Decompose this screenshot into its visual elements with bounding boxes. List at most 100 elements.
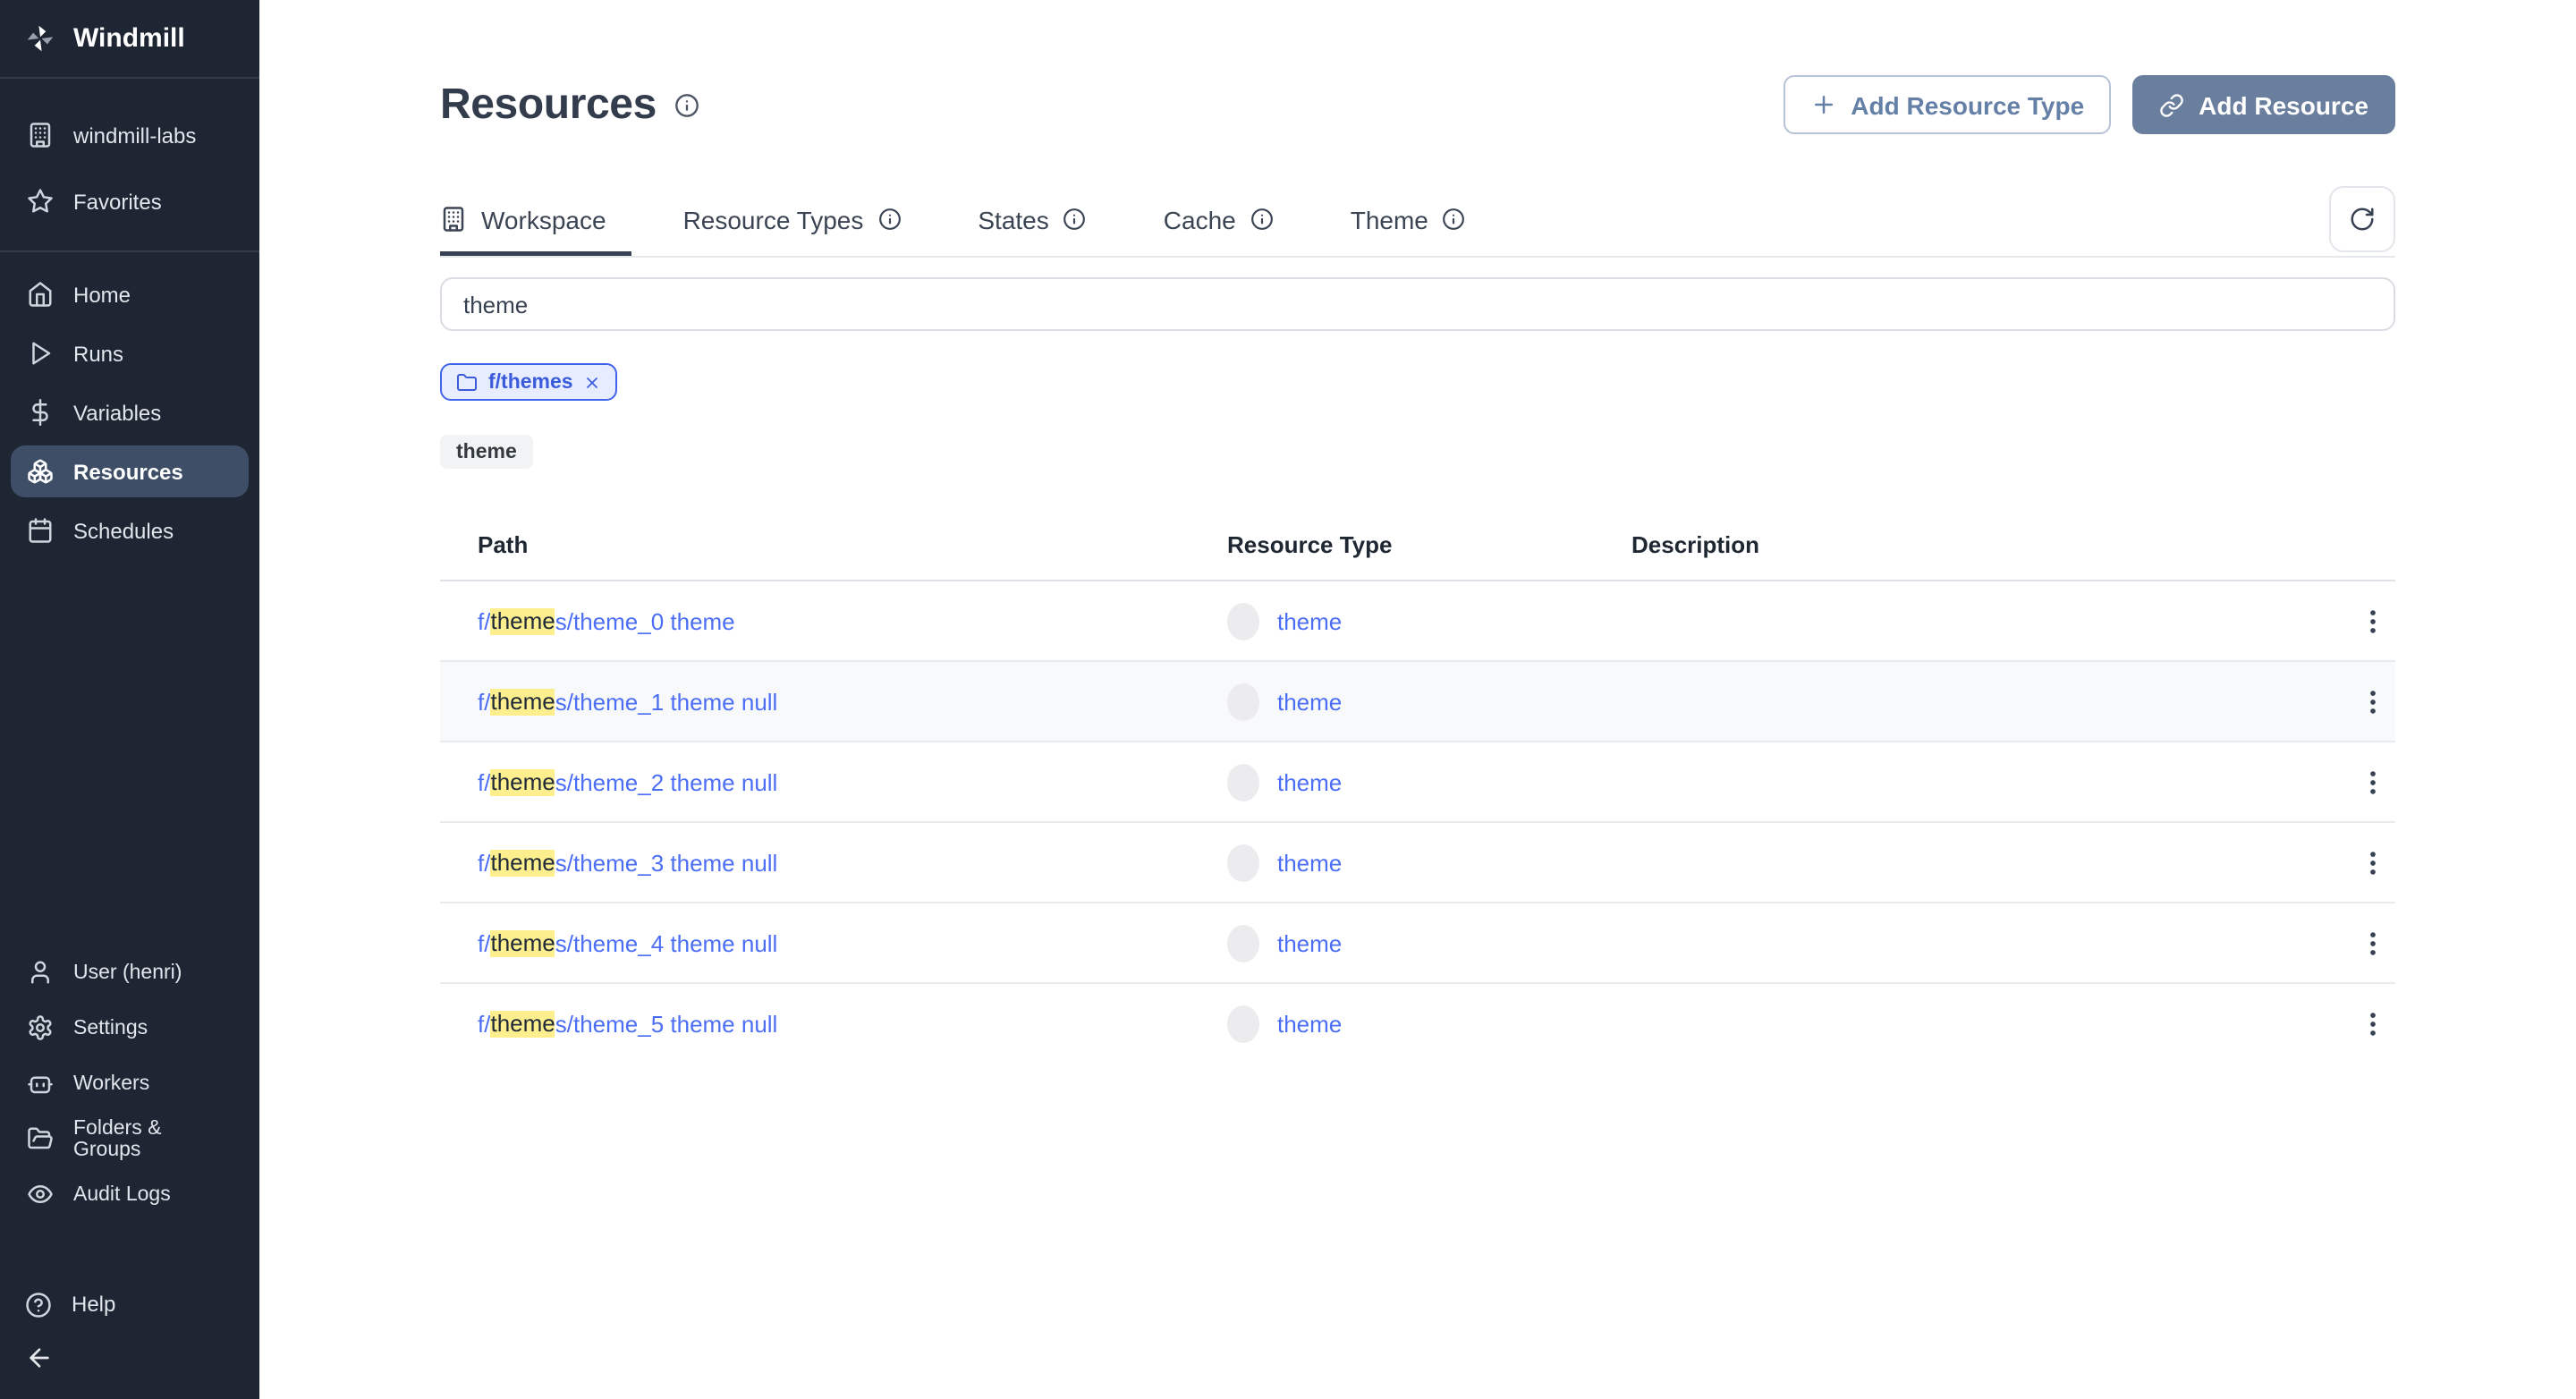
sidebar-main-nav: Home Runs Variables Resources Schedules bbox=[0, 252, 259, 572]
kebab-icon bbox=[2357, 1008, 2387, 1039]
row-menu-button[interactable] bbox=[2349, 598, 2395, 644]
sidebar-item-label: Variables bbox=[73, 400, 162, 425]
sidebar-item-icon bbox=[27, 281, 54, 308]
refresh-button[interactable] bbox=[2329, 186, 2395, 252]
row-menu-button[interactable] bbox=[2349, 759, 2395, 805]
sidebar-item-label: Help bbox=[72, 1292, 116, 1317]
tab[interactable]: States bbox=[978, 182, 1111, 256]
sidebar-collapse-button[interactable] bbox=[0, 1331, 259, 1385]
resource-path-link[interactable]: f/themes/theme_4 theme null bbox=[440, 929, 1227, 956]
tab-icon bbox=[440, 206, 467, 233]
search-match-highlight: theme bbox=[490, 688, 555, 715]
sidebar-item[interactable]: Runs bbox=[11, 327, 249, 379]
folder-filter-chip[interactable]: f/themes bbox=[440, 363, 618, 401]
app-logo[interactable]: Windmill bbox=[0, 0, 259, 79]
sidebar-item[interactable]: Variables bbox=[11, 386, 249, 438]
sidebar-item-label: Home bbox=[73, 282, 131, 307]
resource-path-link[interactable]: f/themes/theme_5 theme null bbox=[440, 1010, 1227, 1037]
kebab-icon bbox=[2357, 928, 2387, 958]
tab[interactable]: Resource Types bbox=[683, 182, 927, 256]
tab-label: Workspace bbox=[481, 205, 606, 233]
resource-path-link[interactable]: f/themes/theme_0 theme bbox=[440, 607, 1227, 634]
search-match-highlight: theme bbox=[490, 768, 555, 795]
tab-label: Theme bbox=[1350, 205, 1428, 233]
sidebar-item-icon bbox=[27, 1014, 54, 1041]
row-menu-button[interactable] bbox=[2349, 678, 2395, 725]
row-menu-button[interactable] bbox=[2349, 1000, 2395, 1047]
resource-path-link[interactable]: f/themes/theme_3 theme null bbox=[440, 849, 1227, 876]
sidebar-item-label: Runs bbox=[73, 341, 124, 366]
resource-path-link[interactable]: f/themes/theme_2 theme null bbox=[440, 768, 1227, 795]
row-menu-button[interactable] bbox=[2349, 920, 2395, 966]
sidebar-item[interactable]: Workers bbox=[0, 1056, 259, 1111]
tab[interactable]: Theme bbox=[1351, 182, 1491, 256]
search-input[interactable] bbox=[440, 277, 2395, 331]
resources-table: Path Resource Type Description f/themes/… bbox=[440, 508, 2395, 1063]
kebab-icon bbox=[2357, 686, 2387, 716]
link-icon bbox=[2159, 92, 2184, 117]
table-header-row: Path Resource Type Description bbox=[440, 508, 2395, 581]
sidebar-item[interactable]: Settings bbox=[0, 1000, 259, 1056]
sidebar-item-icon bbox=[27, 122, 54, 148]
table-row[interactable]: f/themes/theme_2 theme null theme bbox=[440, 741, 2395, 821]
info-icon[interactable] bbox=[1063, 208, 1087, 231]
resource-type-avatar bbox=[1227, 924, 1259, 962]
sidebar-item[interactable]: Folders & Groups bbox=[0, 1111, 259, 1166]
add-resource-type-button[interactable]: Add Resource Type bbox=[1783, 75, 2112, 134]
resource-type-avatar bbox=[1227, 683, 1259, 720]
sidebar-item[interactable]: Home bbox=[11, 268, 249, 320]
sidebar-item-help[interactable]: Help bbox=[0, 1277, 259, 1331]
main-content: Resources Add Resource Type Add Resource… bbox=[259, 0, 2576, 1399]
arrow-left-icon bbox=[25, 1344, 54, 1372]
refresh-icon bbox=[2349, 206, 2376, 233]
resource-type-link[interactable]: theme bbox=[1277, 768, 1342, 795]
search-match-highlight: theme bbox=[490, 849, 555, 876]
resource-type-cell: theme bbox=[1227, 602, 1631, 640]
folder-icon bbox=[456, 371, 478, 393]
resource-type-cell: theme bbox=[1227, 844, 1631, 881]
keyword-chip: theme bbox=[440, 435, 533, 469]
resource-type-cell: theme bbox=[1227, 683, 1631, 720]
sidebar-item-icon bbox=[27, 399, 54, 426]
add-resource-label: Add Resource bbox=[2199, 90, 2368, 119]
sidebar-item[interactable]: Schedules bbox=[11, 504, 249, 556]
sidebar-item[interactable]: Resources bbox=[11, 445, 249, 497]
plus-icon bbox=[1809, 91, 1836, 118]
table-column-header: Description bbox=[1631, 530, 1760, 557]
table-row[interactable]: f/themes/theme_5 theme null theme bbox=[440, 982, 2395, 1063]
sidebar-item[interactable]: windmill-labs bbox=[0, 102, 259, 168]
sidebar-workspace-nav: windmill-labs Favorites bbox=[0, 79, 259, 250]
resource-type-link[interactable]: theme bbox=[1277, 688, 1342, 715]
sidebar-item-label: Folders & Groups bbox=[73, 1117, 162, 1160]
add-resource-button[interactable]: Add Resource bbox=[2132, 75, 2395, 134]
tab[interactable]: Workspace bbox=[440, 182, 631, 256]
info-icon[interactable] bbox=[674, 92, 699, 117]
row-menu-button[interactable] bbox=[2349, 839, 2395, 886]
sidebar-item-label: Settings bbox=[73, 1017, 148, 1039]
sidebar-help-nav: Help bbox=[0, 1222, 259, 1331]
table-row[interactable]: f/themes/theme_4 theme null theme bbox=[440, 902, 2395, 982]
resource-type-link[interactable]: theme bbox=[1277, 1010, 1342, 1037]
resource-type-link[interactable]: theme bbox=[1277, 607, 1342, 634]
info-icon[interactable] bbox=[1443, 208, 1466, 231]
info-icon[interactable] bbox=[1250, 208, 1274, 231]
sidebar-item[interactable]: Favorites bbox=[0, 168, 259, 234]
resource-type-link[interactable]: theme bbox=[1277, 849, 1342, 876]
table-row[interactable]: f/themes/theme_1 theme null theme bbox=[440, 660, 2395, 741]
table-column-header: Resource Type bbox=[1227, 530, 1393, 557]
close-icon[interactable] bbox=[584, 373, 602, 391]
header-actions: Add Resource Type Add Resource bbox=[1783, 75, 2395, 134]
sidebar-item[interactable]: Audit Logs bbox=[0, 1166, 259, 1222]
table-row[interactable]: f/themes/theme_3 theme null theme bbox=[440, 821, 2395, 902]
tab-label: Resource Types bbox=[682, 205, 864, 233]
tab[interactable]: Cache bbox=[1164, 182, 1299, 256]
sidebar-item[interactable]: User (henri) bbox=[0, 945, 259, 1000]
resource-path-link[interactable]: f/themes/theme_1 theme null bbox=[440, 688, 1227, 715]
sidebar-item-icon bbox=[27, 340, 54, 367]
info-icon[interactable] bbox=[877, 208, 901, 231]
kebab-icon bbox=[2357, 847, 2387, 878]
search-match-highlight: theme bbox=[490, 1010, 555, 1037]
resource-type-link[interactable]: theme bbox=[1277, 929, 1342, 956]
table-row[interactable]: f/themes/theme_0 theme theme bbox=[440, 581, 2395, 660]
sidebar-secondary-nav: User (henri) Settings Workers Folders & … bbox=[0, 945, 259, 1222]
